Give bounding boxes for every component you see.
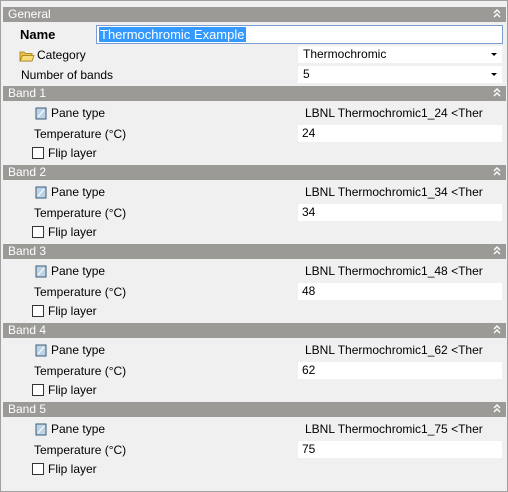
section-header-band-5[interactable]: Band 5 [3, 402, 506, 417]
flip-layer-label: Flip layer [48, 304, 97, 318]
double-chevron-up-icon[interactable] [492, 165, 502, 180]
pane-type-value[interactable]: LBNL Thermochromic1_48 <Ther [305, 261, 505, 281]
temperature-label: Temperature (°C) [34, 206, 127, 220]
bands-count-label: Number of bands [21, 68, 114, 82]
temperature-label: Temperature (°C) [34, 443, 127, 457]
temperature-row: Temperature (°C) 48 [1, 282, 507, 302]
property-grid: General Name Thermochromic Example Categ… [0, 0, 508, 492]
flip-layer-row: Flip layer [1, 459, 507, 479]
temperature-input[interactable]: 62 [298, 362, 502, 379]
section-header-general[interactable]: General [3, 7, 506, 22]
flip-layer-label: Flip layer [48, 146, 97, 160]
glass-pane-icon [35, 107, 47, 120]
flip-layer-row: Flip layer [1, 301, 507, 321]
temperature-label: Temperature (°C) [34, 127, 127, 141]
temperature-label: Temperature (°C) [34, 364, 127, 378]
pane-type-row: Pane type LBNL Thermochromic1_62 <Ther [1, 340, 507, 360]
name-input[interactable]: Thermochromic Example [96, 25, 503, 44]
flip-layer-checkbox[interactable] [32, 147, 44, 159]
temperature-row: Temperature (°C) 62 [1, 361, 507, 381]
section-header-band-2[interactable]: Band 2 [3, 165, 506, 180]
pane-type-label: Pane type [51, 264, 106, 278]
section-header-band-1[interactable]: Band 1 [3, 86, 506, 101]
temperature-input[interactable]: 48 [298, 283, 502, 300]
section-header-label: Band 3 [8, 244, 47, 258]
name-label: Name [20, 27, 56, 42]
double-chevron-up-icon[interactable] [492, 86, 502, 101]
temperature-row: Temperature (°C) 24 [1, 124, 507, 144]
section-header-label: Band 5 [8, 402, 47, 416]
flip-layer-row: Flip layer [1, 380, 507, 400]
category-row: Category Thermochromic [1, 45, 507, 65]
section-header-label: Band 1 [8, 86, 47, 100]
temperature-input[interactable]: 24 [298, 125, 502, 142]
glass-pane-icon [35, 265, 47, 278]
category-select-value: Thermochromic [303, 47, 387, 61]
double-chevron-up-icon[interactable] [492, 402, 502, 417]
section-header-band-3[interactable]: Band 3 [3, 244, 506, 259]
flip-layer-label: Flip layer [48, 225, 97, 239]
pane-type-row: Pane type LBNL Thermochromic1_34 <Ther [1, 182, 507, 202]
flip-layer-row: Flip layer [1, 143, 507, 163]
section-header-band-4[interactable]: Band 4 [3, 323, 506, 338]
pane-type-value[interactable]: LBNL Thermochromic1_34 <Ther [305, 182, 505, 202]
pane-type-label: Pane type [51, 106, 106, 120]
dropdown-arrow-icon[interactable] [491, 73, 497, 76]
pane-type-label: Pane type [51, 185, 106, 199]
glass-pane-icon [35, 344, 47, 357]
section-header-label: General [8, 7, 51, 21]
temperature-label: Temperature (°C) [34, 285, 127, 299]
pane-type-value[interactable]: LBNL Thermochromic1_62 <Ther [305, 340, 505, 360]
flip-layer-checkbox[interactable] [32, 463, 44, 475]
temperature-row: Temperature (°C) 34 [1, 203, 507, 223]
glass-pane-icon [35, 423, 47, 436]
pane-type-label: Pane type [51, 422, 106, 436]
double-chevron-up-icon[interactable] [492, 244, 502, 259]
temperature-row: Temperature (°C) 75 [1, 440, 507, 460]
temperature-input[interactable]: 34 [298, 204, 502, 221]
section-header-label: Band 4 [8, 323, 47, 337]
pane-type-value[interactable]: LBNL Thermochromic1_75 <Ther [305, 419, 505, 439]
pane-type-value[interactable]: LBNL Thermochromic1_24 <Ther [305, 103, 505, 123]
folder-icon [19, 51, 35, 62]
name-input-value: Thermochromic Example [99, 27, 246, 42]
category-select[interactable]: Thermochromic [298, 46, 502, 63]
double-chevron-up-icon[interactable] [492, 7, 502, 22]
flip-layer-checkbox[interactable] [32, 226, 44, 238]
flip-layer-checkbox[interactable] [32, 384, 44, 396]
temperature-input[interactable]: 75 [298, 441, 502, 458]
pane-type-row: Pane type LBNL Thermochromic1_24 <Ther [1, 103, 507, 123]
bands-count-select-value: 5 [303, 67, 310, 81]
double-chevron-up-icon[interactable] [492, 323, 502, 338]
bands-count-row: Number of bands 5 [1, 65, 507, 85]
flip-layer-label: Flip layer [48, 383, 97, 397]
bands-count-select[interactable]: 5 [298, 66, 502, 83]
dropdown-arrow-icon[interactable] [491, 53, 497, 56]
flip-layer-row: Flip layer [1, 222, 507, 242]
section-header-label: Band 2 [8, 165, 47, 179]
flip-layer-label: Flip layer [48, 462, 97, 476]
pane-type-row: Pane type LBNL Thermochromic1_48 <Ther [1, 261, 507, 281]
flip-layer-checkbox[interactable] [32, 305, 44, 317]
glass-pane-icon [35, 186, 47, 199]
pane-type-label: Pane type [51, 343, 106, 357]
pane-type-row: Pane type LBNL Thermochromic1_75 <Ther [1, 419, 507, 439]
category-label: Category [37, 48, 86, 62]
